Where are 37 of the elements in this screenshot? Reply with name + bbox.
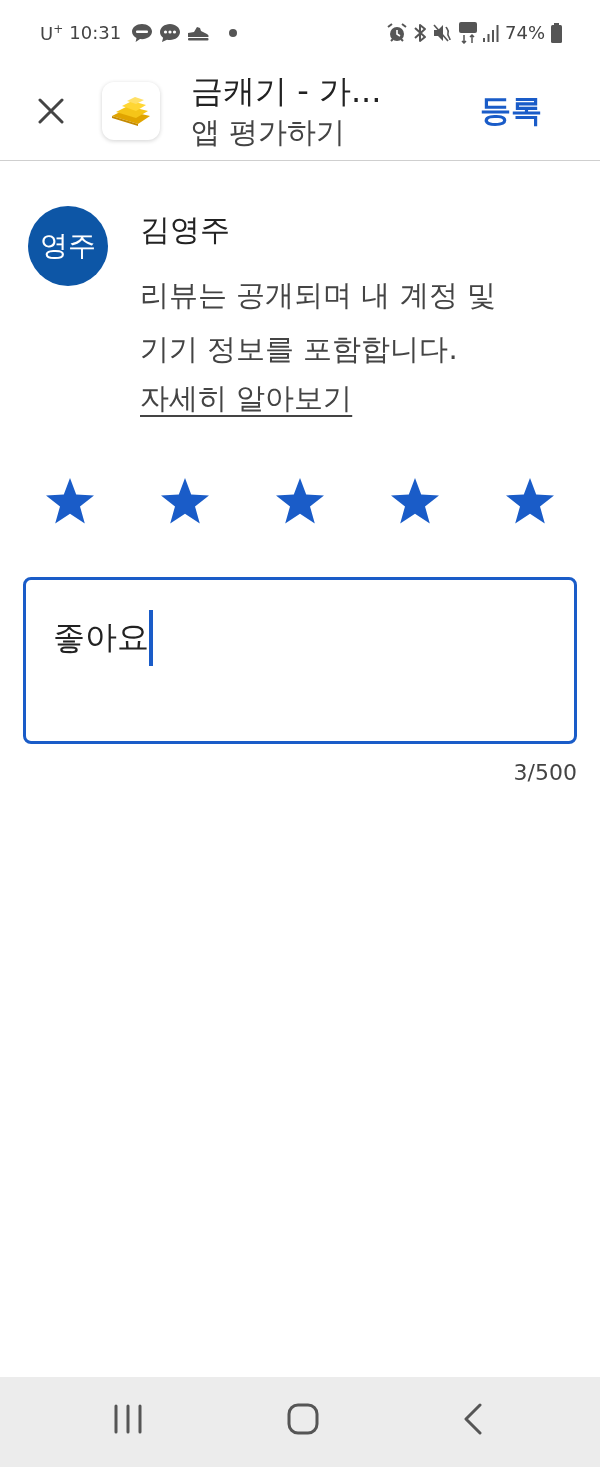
carrier-label: U$^{+}$ xyxy=(40,23,64,43)
home-icon xyxy=(287,1403,319,1435)
back-button[interactable] xyxy=(463,1403,483,1435)
character-counter: 3/500 xyxy=(513,759,577,785)
home-button[interactable] xyxy=(287,1403,319,1435)
bluetooth-icon xyxy=(413,23,427,43)
star-filled-icon[interactable] xyxy=(505,476,555,525)
text-cursor xyxy=(149,609,153,666)
chat-bubble-icon xyxy=(159,23,182,43)
user-name: 김영주 xyxy=(140,212,231,248)
battery-percentage: 74% xyxy=(505,24,545,42)
notification-dot-icon xyxy=(229,29,238,37)
close-icon xyxy=(38,98,64,124)
clock-time: 10:31 xyxy=(69,24,122,42)
app-title: 금캐기 - 가... xyxy=(191,72,383,111)
recent-apps-button[interactable] xyxy=(113,1404,143,1434)
star-filled-icon[interactable] xyxy=(275,476,325,525)
star-filled-icon[interactable] xyxy=(160,476,210,525)
muted-speaker-icon xyxy=(433,23,453,43)
avatar: 영주 xyxy=(28,206,108,286)
close-button[interactable] xyxy=(38,98,64,124)
talk-bubble-icon xyxy=(131,23,154,43)
battery-icon xyxy=(551,23,562,43)
recent-apps-icon xyxy=(113,1404,143,1434)
back-icon xyxy=(463,1403,483,1435)
signal-strength-icon xyxy=(483,24,499,42)
star-filled-icon[interactable] xyxy=(45,476,95,525)
page-subtitle: 앱 평가하기 xyxy=(191,114,347,150)
sneaker-icon xyxy=(187,25,210,41)
star-filled-icon[interactable] xyxy=(390,476,440,525)
ingot-stack-icon xyxy=(110,96,152,126)
mobile-data-icon xyxy=(459,22,477,44)
privacy-notice: 리뷰는 공개되며 내 계정 및 기기 정보를 포함합니다. xyxy=(140,277,497,368)
submit-button[interactable]: 등록 xyxy=(480,90,542,132)
learn-more-link[interactable]: 자세히 알아보기 xyxy=(140,378,353,419)
alarm-clock-icon xyxy=(387,23,407,43)
review-input[interactable]: 좋아요 xyxy=(23,576,577,744)
